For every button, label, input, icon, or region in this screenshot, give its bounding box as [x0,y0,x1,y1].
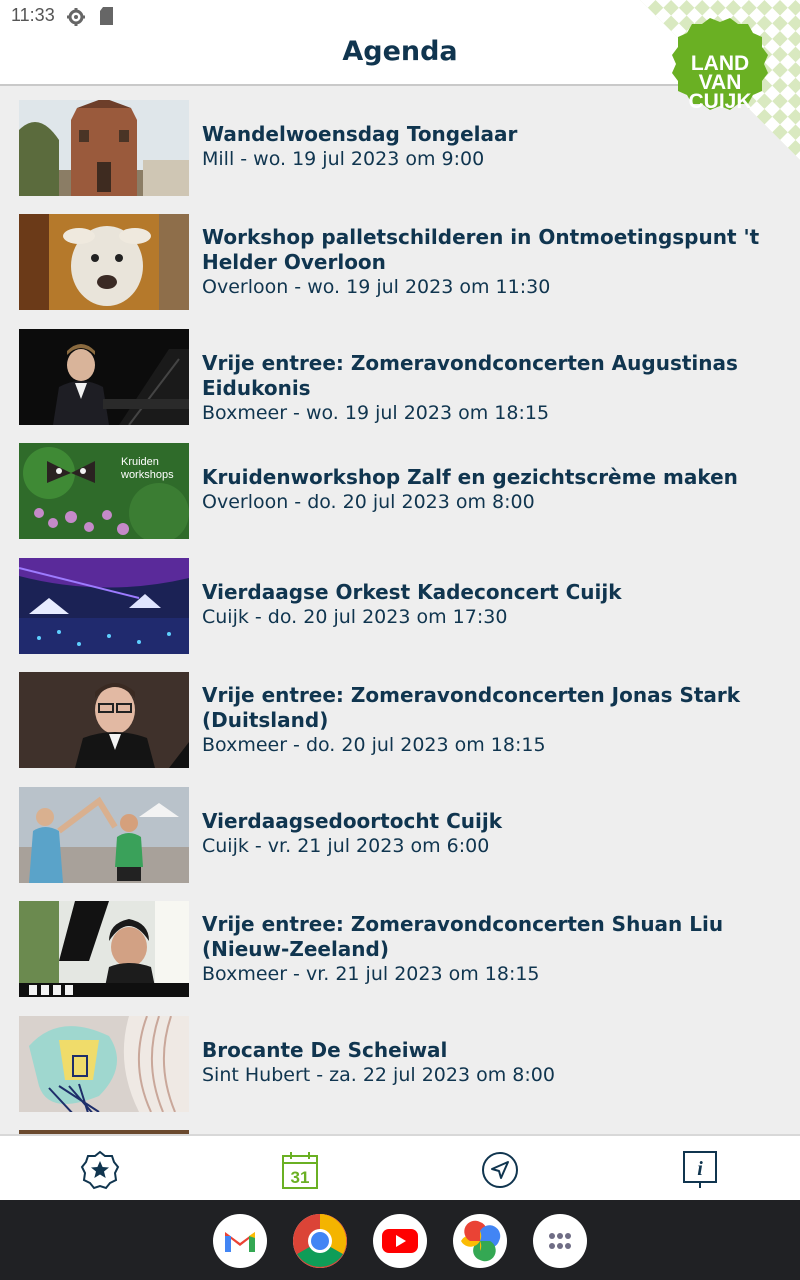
chrome-app[interactable] [293,1214,347,1268]
event-subtitle: Mill - wo. 19 jul 2023 om 9:00 [202,148,485,170]
event-subtitle: Overloon - do. 20 jul 2023 om 8:00 [202,491,535,513]
event-title: Vierdaagse Orkest Kadeconcert Cuijk [202,580,622,604]
event-item[interactable]: Workshop palletschilderen in Ontmoetings… [0,214,800,328]
photos-icon [461,1220,501,1262]
event-title: Vrije entree: Zomeravondconcerten Shuan … [202,912,724,961]
event-subtitle: Cuijk - vr. 21 jul 2023 om 6:00 [202,835,490,857]
event-item[interactable]: Vierdaagsedoortocht Cuijk Cuijk - vr. 21… [0,787,800,901]
calendar-icon: 31 [282,1152,318,1189]
event-subtitle: Boxmeer - do. 20 jul 2023 om 18:15 [202,734,546,756]
thumb-text: workshops [120,469,174,481]
gmail-app[interactable] [213,1214,267,1268]
system-dock [0,1200,800,1280]
event-subtitle: Cuijk - do. 20 jul 2023 om 17:30 [202,606,508,628]
tab-map[interactable] [480,1150,520,1190]
status-time: 11:33 [11,5,55,25]
tab-agenda[interactable]: 31 [280,1150,320,1190]
event-item[interactable]: Vrije entree: Zomeravondconcerten August… [0,329,800,443]
info-icon: i [683,1151,717,1188]
settings-icon [67,8,85,26]
event-title: Workshop palletschilderen in Ontmoetings… [202,225,760,274]
chrome-icon [293,1214,347,1268]
youtube-icon [382,1229,418,1253]
photos-app[interactable] [453,1214,507,1268]
event-item[interactable]: Brocante De Scheiwal Sint Hubert - za. 2… [0,1016,800,1130]
event-thumbnail [19,672,189,768]
tab-favorites[interactable] [80,1150,120,1190]
event-thumbnail [19,100,189,196]
app-drawer[interactable] [533,1214,587,1268]
event-item[interactable]: Vrije entree: Zomeravondconcerten Jonas … [0,672,800,786]
event-title: Vierdaagsedoortocht Cuijk [202,809,503,833]
event-subtitle: Overloon - wo. 19 jul 2023 om 11:30 [202,276,551,298]
event-title: Vrije entree: Zomeravondconcerten August… [202,351,738,400]
event-title: Vrije entree: Zomeravondconcerten Jonas … [202,683,741,732]
star-badge-icon [80,1150,120,1190]
event-item[interactable]: Vierdaagse Orkest Kadeconcert Cuijk Cuij… [0,558,800,672]
event-title: Wandelwoensdag Tongelaar [202,122,518,146]
thumb-text: Kruiden [121,456,159,468]
event-subtitle: Sint Hubert - za. 22 jul 2023 om 8:00 [202,1064,555,1086]
event-item[interactable]: Vrije entree: Zomeravondconcerten Shuan … [0,901,800,1015]
event-thumbnail [19,787,189,883]
event-subtitle: Boxmeer - wo. 19 jul 2023 om 18:15 [202,402,550,424]
sd-card-icon [100,7,113,25]
event-item[interactable]: Kruiden workshops Kruidenworkshop Zalf e… [0,443,800,557]
event-title: Brocante De Scheiwal [202,1038,448,1062]
bottom-tab-bar: 31 i [0,1134,800,1200]
event-thumbnail [19,558,189,654]
app-drawer-icon [549,1233,571,1249]
event-thumbnail [19,214,189,310]
calendar-day-label: 31 [291,1168,310,1187]
event-thumbnail: Kruiden workshops [19,443,189,539]
info-label: i [697,1158,703,1180]
event-thumbnail [19,329,189,425]
event-thumbnail [19,1016,189,1112]
event-title: Kruidenworkshop Zalf en gezichtscrème ma… [202,465,738,489]
event-thumbnail [19,901,189,997]
event-subtitle: Boxmeer - vr. 21 jul 2023 om 18:15 [202,963,540,985]
event-list[interactable]: Wandelwoensdag Tongelaar Mill - wo. 19 j… [0,87,800,1134]
event-item[interactable]: Wandelwoensdag Tongelaar Mill - wo. 19 j… [0,100,800,214]
tab-info[interactable]: i [680,1150,720,1190]
gmail-icon [225,1232,255,1252]
youtube-app[interactable] [373,1214,427,1268]
navigation-icon [482,1152,518,1188]
